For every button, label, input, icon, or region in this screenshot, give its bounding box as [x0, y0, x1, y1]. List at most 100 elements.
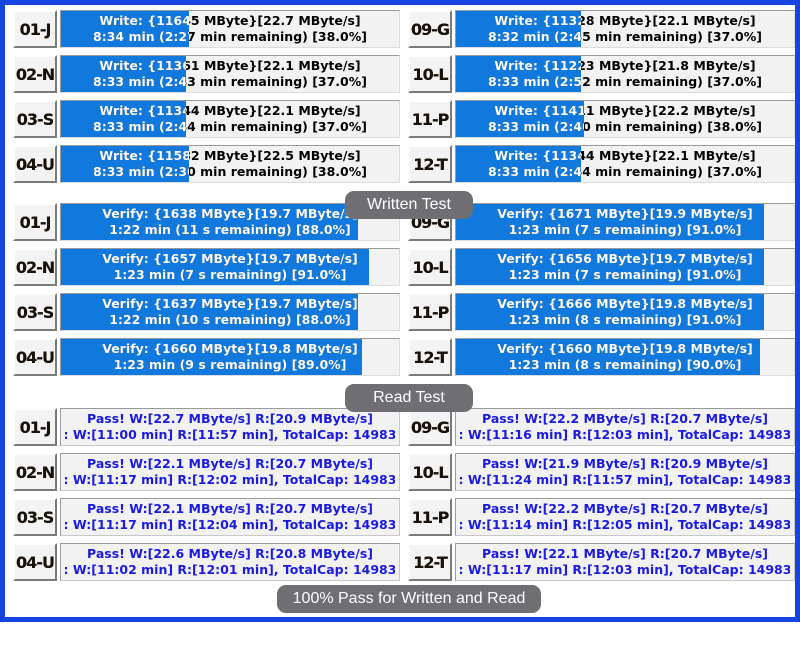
- result-panel[interactable]: Pass! W:[22.6 MByte/s] R:[20.8 MByte/s]:…: [60, 543, 400, 581]
- slot-row[interactable]: 02-N Verify: {1657 MByte}[19.7 MByte/s] 1:…: [5, 248, 400, 286]
- slot-row[interactable]: 01-J Write: {11645 MByte}[22.7 MByte/s] 8:…: [5, 10, 400, 48]
- slot-id-button[interactable]: 10-L: [408, 453, 452, 491]
- slot-id-button[interactable]: 03-S: [13, 498, 57, 536]
- progress-bar[interactable]: Write: {11223 MByte}[21.8 MByte/s] 8:33 m…: [455, 55, 795, 93]
- result-panel[interactable]: Pass! W:[22.2 MByte/s] R:[20.7 MByte/s]:…: [455, 498, 795, 536]
- progress-text-highlight: Write: {11344 MByte}[22.1 MByte/s]8:33 m…: [456, 146, 581, 182]
- result-text: Pass! W:[22.1 MByte/s] R:[20.7 MByte/s]:…: [460, 544, 790, 580]
- slot-row[interactable]: 02-N Write: {11361 MByte}[22.1 MByte/s] 8:…: [5, 55, 400, 93]
- progress-text-highlight: Write: {11223 MByte}[21.8 MByte/s]8:33 m…: [456, 56, 581, 92]
- progress-bar[interactable]: Write: {11411 MByte}[22.2 MByte/s] 8:33 m…: [455, 100, 795, 138]
- progress-text-highlight: Write: {11328 MByte}[22.1 MByte/s]8:32 m…: [456, 11, 581, 47]
- slot-id-button[interactable]: 04-U: [13, 338, 57, 376]
- progress-bar[interactable]: Verify: {1666 MByte}[19.8 MByte/s] 1:23 m…: [455, 293, 795, 331]
- slot-id-button[interactable]: 03-S: [13, 293, 57, 331]
- slot-row[interactable]: 04-U Pass! W:[22.6 MByte/s] R:[20.8 MByte…: [5, 543, 400, 581]
- result-text: Pass! W:[22.1 MByte/s] R:[20.7 MByte/s]:…: [65, 499, 395, 535]
- progress-text-highlight: Write: {11645 MByte}[22.7 MByte/s]8:34 m…: [61, 11, 189, 47]
- slot-grid: 01-J Write: {11645 MByte}[22.7 MByte/s] 8:…: [5, 10, 795, 190]
- result-panel[interactable]: Pass! W:[22.2 MByte/s] R:[20.7 MByte/s]:…: [455, 408, 795, 446]
- badge-read-test: Read Test: [345, 384, 473, 412]
- progress-text-highlight: Verify: {1660 MByte}[19.8 MByte/s] 1:23 m…: [61, 339, 362, 375]
- result-line-1: Pass! W:[22.1 MByte/s] R:[20.7 MByte/s]: [87, 501, 373, 516]
- result-text: Pass! W:[22.2 MByte/s] R:[20.7 MByte/s]:…: [460, 499, 790, 535]
- slot-grid: 01-J Verify: {1638 MByte}[19.7 MByte/s] 1:…: [5, 203, 795, 383]
- progress-text-highlight: Verify: {1666 MByte}[19.8 MByte/s] 1:23 m…: [456, 294, 764, 330]
- slot-id-button[interactable]: 04-U: [13, 145, 57, 183]
- slot-id-button[interactable]: 12-T: [408, 145, 452, 183]
- progress-line-2-highlight: 8:33 min (2:40 min remaining) [38.0%]: [488, 119, 584, 134]
- slot-id-button[interactable]: 02-N: [13, 55, 57, 93]
- slot-id-button[interactable]: 11-P: [408, 293, 452, 331]
- slot-row[interactable]: 11-P Write: {11411 MByte}[22.2 MByte/s] 8:…: [400, 100, 795, 138]
- slot-row[interactable]: 12-T Write: {11344 MByte}[22.1 MByte/s] 8:…: [400, 145, 795, 183]
- result-panel[interactable]: Pass! W:[22.7 MByte/s] R:[20.9 MByte/s]:…: [60, 408, 400, 446]
- slot-id-button[interactable]: 10-L: [408, 55, 452, 93]
- slot-row[interactable]: 03-S Verify: {1637 MByte}[19.7 MByte/s] 1:…: [5, 293, 400, 331]
- slot-id-button[interactable]: 09-G: [408, 10, 452, 48]
- slot-column-left: 01-J Write: {11645 MByte}[22.7 MByte/s] 8:…: [5, 10, 400, 190]
- slot-id-button[interactable]: 12-T: [408, 543, 452, 581]
- progress-bar[interactable]: Write: {11582 MByte}[22.5 MByte/s] 8:33 m…: [60, 145, 400, 183]
- progress-line-1-highlight: Verify: {1660 MByte}[19.8 MByte/s]: [102, 341, 358, 356]
- result-line-1: Pass! W:[22.1 MByte/s] R:[20.7 MByte/s]: [87, 456, 373, 471]
- slot-id-button[interactable]: 12-T: [408, 338, 452, 376]
- slot-row[interactable]: 04-U Write: {11582 MByte}[22.5 MByte/s] 8:…: [5, 145, 400, 183]
- progress-bar[interactable]: Verify: {1671 MByte}[19.9 MByte/s] 1:23 m…: [455, 203, 795, 241]
- slot-row[interactable]: 04-U Verify: {1660 MByte}[19.8 MByte/s] 1:…: [5, 338, 400, 376]
- progress-text-highlight: Verify: {1656 MByte}[19.7 MByte/s] 1:23 m…: [456, 249, 764, 285]
- progress-bar[interactable]: Verify: {1637 MByte}[19.7 MByte/s] 1:22 m…: [60, 293, 400, 331]
- progress-bar[interactable]: Verify: {1660 MByte}[19.8 MByte/s] 1:23 m…: [60, 338, 400, 376]
- slot-row[interactable]: 10-L Write: {11223 MByte}[21.8 MByte/s] 8:…: [400, 55, 795, 93]
- slot-column-left: 01-J Verify: {1638 MByte}[19.7 MByte/s] 1:…: [5, 203, 400, 383]
- slot-id-button[interactable]: 09-G: [408, 408, 452, 446]
- slot-row[interactable]: 11-P Pass! W:[22.2 MByte/s] R:[20.7 MByte…: [400, 498, 795, 536]
- slot-id-button[interactable]: 11-P: [408, 100, 452, 138]
- progress-line-1-highlight: Verify: {1657 MByte}[19.7 MByte/s]: [102, 251, 358, 266]
- progress-bar[interactable]: Write: {11361 MByte}[22.1 MByte/s] 8:33 m…: [60, 55, 400, 93]
- progress-bar[interactable]: Verify: {1657 MByte}[19.7 MByte/s] 1:23 m…: [60, 248, 400, 286]
- slot-row[interactable]: 02-N Pass! W:[22.1 MByte/s] R:[20.7 MByte…: [5, 453, 400, 491]
- slot-row[interactable]: 11-P Verify: {1666 MByte}[19.8 MByte/s] 1:…: [400, 293, 795, 331]
- slot-row[interactable]: 01-J Verify: {1638 MByte}[19.7 MByte/s] 1:…: [5, 203, 400, 241]
- slot-id-button[interactable]: 04-U: [13, 543, 57, 581]
- result-panel[interactable]: Pass! W:[22.1 MByte/s] R:[20.7 MByte/s]:…: [60, 453, 400, 491]
- progress-text-highlight: Write: {11344 MByte}[22.1 MByte/s]8:33 m…: [61, 101, 186, 137]
- progress-text-highlight: Write: {11411 MByte}[22.2 MByte/s]8:33 m…: [456, 101, 584, 137]
- progress-bar[interactable]: Write: {11344 MByte}[22.1 MByte/s] 8:33 m…: [455, 145, 795, 183]
- progress-text-highlight: Write: {11361 MByte}[22.1 MByte/s]8:33 m…: [61, 56, 186, 92]
- slot-row[interactable]: 09-G Write: {11328 MByte}[22.1 MByte/s] 8:…: [400, 10, 795, 48]
- duplicator-status-screen: 01-J Write: {11645 MByte}[22.7 MByte/s] 8:…: [0, 0, 800, 645]
- progress-line-1-highlight: Verify: {1638 MByte}[19.7 MByte/s]: [102, 206, 358, 221]
- result-line-2: : W:[11:17 min] R:[12:04 min], TotalCap:…: [65, 517, 395, 532]
- slot-id-button[interactable]: 11-P: [408, 498, 452, 536]
- slot-id-button[interactable]: 01-J: [13, 10, 57, 48]
- slot-id-button[interactable]: 02-N: [13, 248, 57, 286]
- slot-id-button[interactable]: 01-J: [13, 408, 57, 446]
- result-panel[interactable]: Pass! W:[22.1 MByte/s] R:[20.7 MByte/s]:…: [455, 543, 795, 581]
- slot-id-button[interactable]: 02-N: [13, 453, 57, 491]
- slot-row[interactable]: 03-S Write: {11344 MByte}[22.1 MByte/s] 8:…: [5, 100, 400, 138]
- slot-row[interactable]: 10-L Verify: {1656 MByte}[19.7 MByte/s] 1:…: [400, 248, 795, 286]
- result-panel[interactable]: Pass! W:[21.9 MByte/s] R:[20.9 MByte/s]:…: [455, 453, 795, 491]
- progress-bar[interactable]: Write: {11344 MByte}[22.1 MByte/s] 8:33 m…: [60, 100, 400, 138]
- progress-bar[interactable]: Verify: {1656 MByte}[19.7 MByte/s] 1:23 m…: [455, 248, 795, 286]
- progress-bar[interactable]: Verify: {1660 MByte}[19.8 MByte/s] 1:23 m…: [455, 338, 795, 376]
- result-panel[interactable]: Pass! W:[22.1 MByte/s] R:[20.7 MByte/s]:…: [60, 498, 400, 536]
- slot-row[interactable]: 01-J Pass! W:[22.7 MByte/s] R:[20.9 MByte…: [5, 408, 400, 446]
- slot-row[interactable]: 03-S Pass! W:[22.1 MByte/s] R:[20.7 MByte…: [5, 498, 400, 536]
- progress-bar[interactable]: Write: {11328 MByte}[22.1 MByte/s] 8:32 m…: [455, 10, 795, 48]
- slot-grid: 01-J Pass! W:[22.7 MByte/s] R:[20.9 MByte…: [5, 408, 795, 588]
- progress-line-1-highlight: Write: {11411 MByte}[22.2 MByte/s]: [494, 103, 584, 118]
- slot-id-button[interactable]: 10-L: [408, 248, 452, 286]
- progress-line-1-highlight: Verify: {1666 MByte}[19.8 MByte/s]: [497, 296, 753, 311]
- slot-id-button[interactable]: 01-J: [13, 203, 57, 241]
- slot-row[interactable]: 09-G Pass! W:[22.2 MByte/s] R:[20.7 MByte…: [400, 408, 795, 446]
- result-line-2: : W:[11:14 min] R:[12:05 min], TotalCap:…: [460, 517, 790, 532]
- slot-row[interactable]: 12-T Pass! W:[22.1 MByte/s] R:[20.7 MByte…: [400, 543, 795, 581]
- slot-row[interactable]: 12-T Verify: {1660 MByte}[19.8 MByte/s] 1:…: [400, 338, 795, 376]
- progress-bar[interactable]: Write: {11645 MByte}[22.7 MByte/s] 8:34 m…: [60, 10, 400, 48]
- slot-id-button[interactable]: 03-S: [13, 100, 57, 138]
- slot-row[interactable]: 10-L Pass! W:[21.9 MByte/s] R:[20.9 MByte…: [400, 453, 795, 491]
- progress-line-2-highlight: 8:33 min (2:44 min remaining) [37.0%]: [93, 119, 186, 134]
